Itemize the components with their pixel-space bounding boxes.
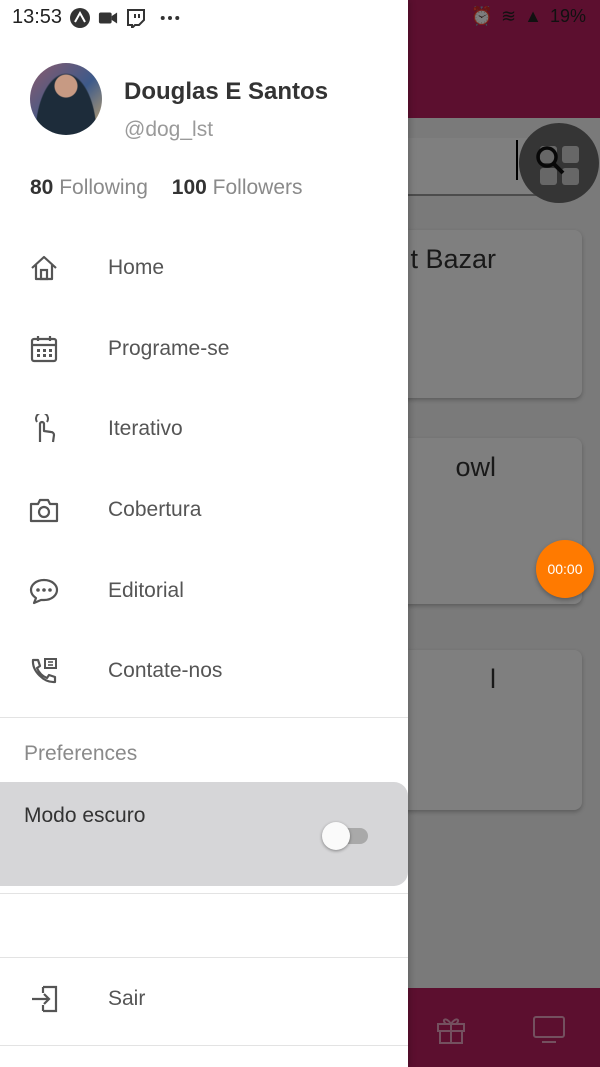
dark-mode-toggle[interactable] bbox=[322, 822, 368, 850]
preferences-title: Preferences bbox=[24, 742, 138, 765]
chat-icon bbox=[28, 575, 60, 607]
divider bbox=[0, 957, 408, 958]
navigation-drawer: 13:53 Douglas E Santos @dog_lst 80 Follo… bbox=[0, 0, 408, 1067]
expo-icon bbox=[70, 7, 91, 28]
menu-item-label: Home bbox=[108, 256, 165, 279]
logout-icon bbox=[28, 983, 60, 1015]
followers-label: Followers bbox=[212, 176, 303, 199]
more-icon bbox=[160, 8, 180, 28]
menu-item-editorial[interactable]: Editorial bbox=[0, 551, 408, 631]
menu-item-label: Editorial bbox=[108, 579, 184, 602]
logout-label: Sair bbox=[108, 987, 146, 1010]
status-time: 13:53 bbox=[12, 6, 63, 28]
menu-item-label: Programe-se bbox=[108, 337, 230, 360]
video-icon bbox=[98, 8, 118, 28]
menu-item-home[interactable]: Home bbox=[0, 228, 408, 308]
camera-icon bbox=[28, 494, 60, 526]
menu-item-contate-nos[interactable]: Contate-nos bbox=[0, 631, 408, 711]
dark-mode-label: Modo escuro bbox=[24, 804, 146, 827]
divider bbox=[0, 717, 408, 718]
menu-item-iterativo[interactable]: Iterativo bbox=[0, 389, 408, 469]
logout-button[interactable]: Sair bbox=[0, 959, 408, 1039]
home-icon bbox=[28, 252, 60, 284]
menu-item-label: Iterativo bbox=[108, 417, 183, 440]
following-label: Following bbox=[59, 176, 148, 199]
menu-item-cobertura[interactable]: Cobertura bbox=[0, 470, 408, 550]
toggle-thumb bbox=[322, 822, 350, 850]
avatar[interactable] bbox=[30, 63, 102, 135]
timer-button[interactable]: 00:00 bbox=[536, 540, 594, 598]
following-count: 80 bbox=[30, 176, 54, 199]
calendar-icon bbox=[28, 333, 60, 365]
divider bbox=[0, 1045, 408, 1046]
twitch-icon bbox=[126, 8, 146, 28]
followers-count: 100 bbox=[171, 176, 207, 199]
user-handle: @dog_lst bbox=[124, 118, 214, 141]
status-bar: 13:53 bbox=[12, 6, 180, 29]
divider bbox=[0, 893, 408, 894]
menu-item-label: Cobertura bbox=[108, 498, 202, 521]
menu-item-programe-se[interactable]: Programe-se bbox=[0, 309, 408, 389]
follow-stats: 80 Following 100 Followers bbox=[30, 176, 303, 200]
touch-icon bbox=[28, 413, 60, 445]
user-name: Douglas E Santos bbox=[124, 78, 329, 105]
phone-icon bbox=[28, 655, 60, 687]
menu-item-label: Contate-nos bbox=[108, 659, 223, 682]
